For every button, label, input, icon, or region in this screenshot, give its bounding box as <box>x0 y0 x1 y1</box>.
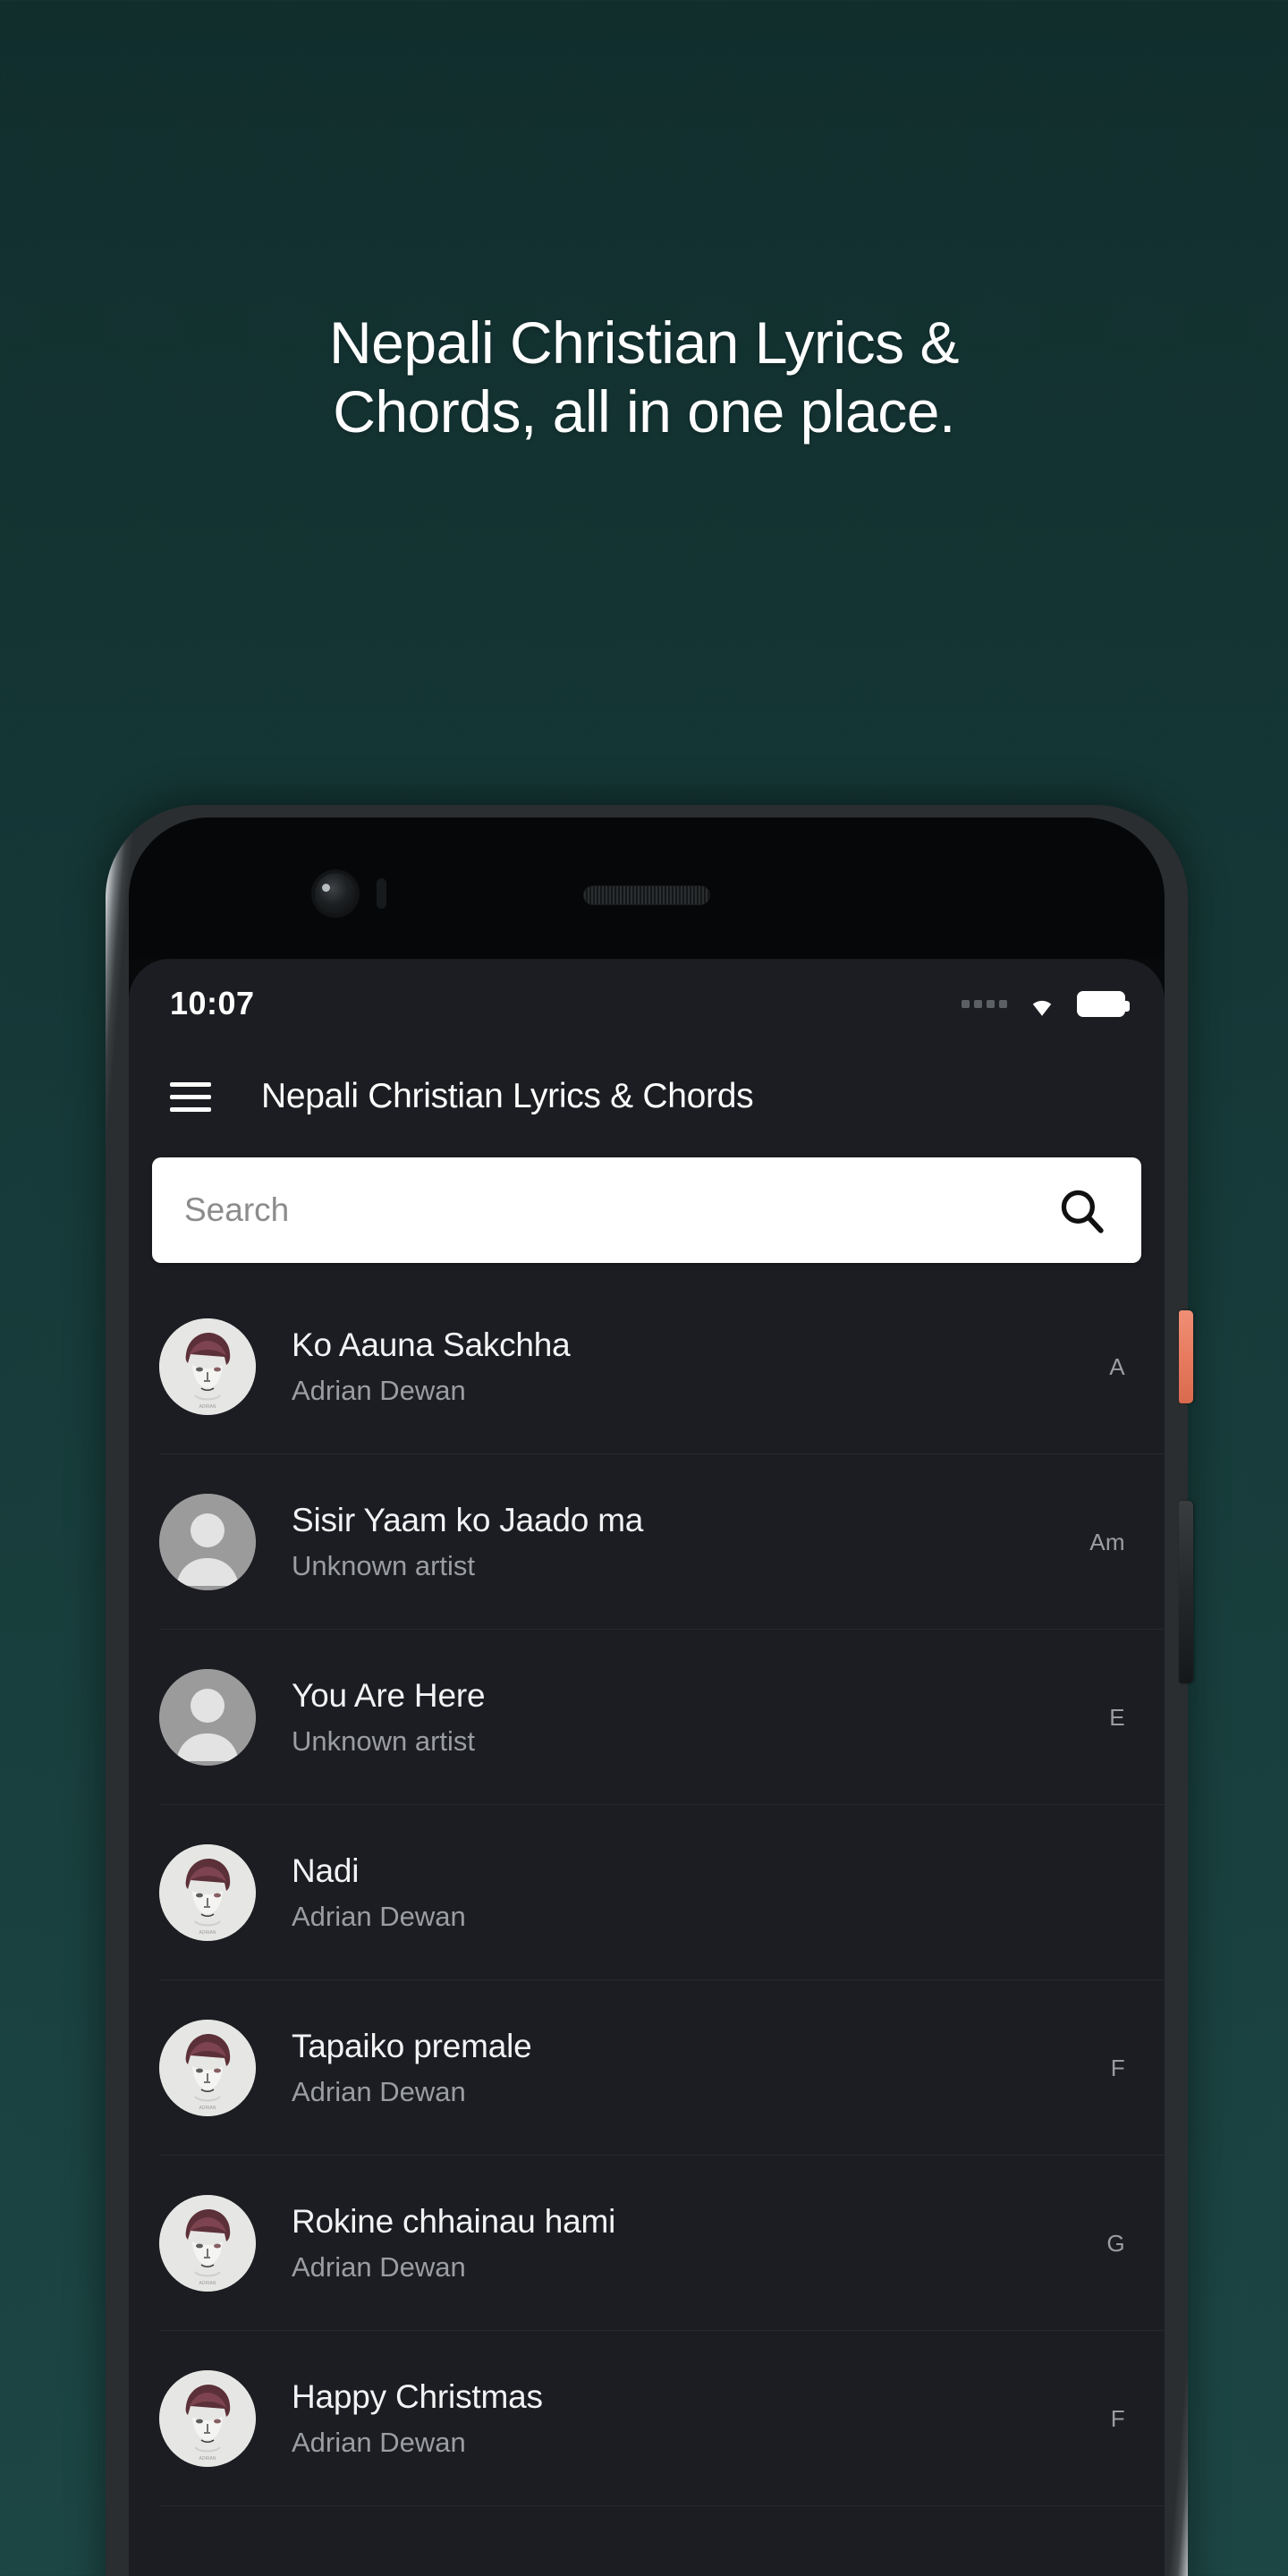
song-title: Happy Christmas <box>292 2377 543 2415</box>
app-screen: 10:07 Nepali Christian Lyrics & Chords S… <box>129 959 1165 2576</box>
volume-rocker-button[interactable] <box>1179 1501 1193 1683</box>
phone-bezel: 10:07 Nepali Christian Lyrics & Chords S… <box>129 818 1165 2576</box>
song-chord-key: F <box>1110 2054 1125 2081</box>
song-artist: Adrian Dewan <box>292 1901 466 1933</box>
song-text-block: Sisir Yaam ko Jaado ma Unknown artist <box>292 1502 1079 1583</box>
svg-text:ADRIAN: ADRIAN <box>199 1404 216 1410</box>
song-chord-key: G <box>1106 2229 1125 2257</box>
song-text-block: Rokine chhainau hami Adrian Dewan <box>292 2203 1079 2284</box>
song-text-block: You Are Here Unknown artist <box>292 1677 1079 1758</box>
song-list-item[interactable]: ADRIAN Tapaiko premale Adrian Dewan F <box>129 1980 1165 2156</box>
artist-avatar: ADRIAN <box>159 1844 256 1941</box>
app-bar: Nepali Christian Lyrics & Chords <box>129 1048 1165 1145</box>
front-camera-icon <box>315 873 356 914</box>
song-list-item[interactable]: ADRIAN Happy Christmas Adrian Dewan F <box>129 2331 1165 2506</box>
search-icon[interactable] <box>1055 1184 1107 1236</box>
song-list-item[interactable]: ADRIAN Nadi Adrian Dewan <box>129 1805 1165 1980</box>
page-title: Nepali Christian Lyrics & Chords, all in… <box>329 309 959 445</box>
signal-dots-icon <box>962 999 1007 1008</box>
proximity-sensor-icon <box>377 878 386 909</box>
app-bar-title: Nepali Christian Lyrics & Chords <box>261 1077 754 1115</box>
svg-text:ADRIAN: ADRIAN <box>199 2281 216 2286</box>
song-title: Sisir Yaam ko Jaado ma <box>292 1501 644 1538</box>
artist-avatar: ADRIAN <box>159 2195 256 2292</box>
song-title: Rokine chhainau hami <box>292 2202 616 2240</box>
song-list: ADRIAN Ko Aauna Sakchha Adrian Dewan A Sisir… <box>129 1279 1165 2506</box>
song-text-block: Ko Aauna Sakchha Adrian Dewan <box>292 1326 1079 1408</box>
song-title: Nadi <box>292 1852 360 1889</box>
song-artist: Adrian Dewan <box>292 2076 466 2108</box>
hamburger-menu-icon[interactable] <box>170 1081 211 1112</box>
song-list-item[interactable]: You Are Here Unknown artist E <box>129 1630 1165 1805</box>
song-title: Tapaiko premale <box>292 2027 532 2064</box>
artist-avatar: ADRIAN <box>159 1318 256 1415</box>
battery-full-icon <box>1077 990 1130 1017</box>
default-avatar-icon <box>159 1669 256 1766</box>
camera-lens-highlight <box>322 884 330 892</box>
svg-text:ADRIAN: ADRIAN <box>199 2106 216 2111</box>
song-list-item[interactable]: ADRIAN Rokine chhainau hami Adrian Dewan G <box>129 2156 1165 2331</box>
status-clock: 10:07 <box>170 985 255 1021</box>
song-artist: Unknown artist <box>292 1550 476 1582</box>
power-button[interactable] <box>1179 1310 1193 1403</box>
song-text-block: Tapaiko premale Adrian Dewan <box>292 2028 1079 2109</box>
artist-avatar: ADRIAN <box>159 2370 256 2467</box>
svg-text:ADRIAN: ADRIAN <box>199 2456 216 2462</box>
song-title: You Are Here <box>292 1676 486 1714</box>
song-artist: Unknown artist <box>292 1725 476 1758</box>
artist-avatar: ADRIAN <box>159 2020 256 2116</box>
svg-text:ADRIAN: ADRIAN <box>199 1930 216 1936</box>
song-chord-key: Am <box>1089 1528 1125 1555</box>
song-chord-key: A <box>1109 1352 1125 1380</box>
song-artist: Adrian Dewan <box>292 1375 466 1407</box>
song-text-block: Nadi Adrian Dewan <box>292 1852 1079 1934</box>
search-container <box>129 1145 1165 1279</box>
song-title: Ko Aauna Sakchha <box>292 1326 571 1363</box>
song-chord-key: F <box>1110 2404 1125 2432</box>
song-artist: Adrian Dewan <box>292 2251 466 2284</box>
song-list-item[interactable]: Sisir Yaam ko Jaado ma Unknown artist Am <box>129 1454 1165 1630</box>
default-avatar-icon <box>159 1494 256 1590</box>
search-box[interactable] <box>152 1157 1141 1263</box>
sensor-strip <box>129 818 1165 959</box>
wifi-icon <box>1032 1000 1052 1016</box>
song-text-block: Happy Christmas Adrian Dewan <box>292 2378 1079 2460</box>
status-bar: 10:07 <box>129 959 1165 1048</box>
song-artist: Adrian Dewan <box>292 2427 466 2459</box>
search-input[interactable] <box>184 1191 1055 1229</box>
status-indicators <box>962 990 1130 1017</box>
phone-mockup: 10:07 Nepali Christian Lyrics & Chords S… <box>106 805 1193 2576</box>
earpiece-speaker-icon <box>583 886 710 905</box>
song-list-item[interactable]: ADRIAN Ko Aauna Sakchha Adrian Dewan A <box>129 1279 1165 1454</box>
song-chord-key: E <box>1109 1703 1125 1731</box>
